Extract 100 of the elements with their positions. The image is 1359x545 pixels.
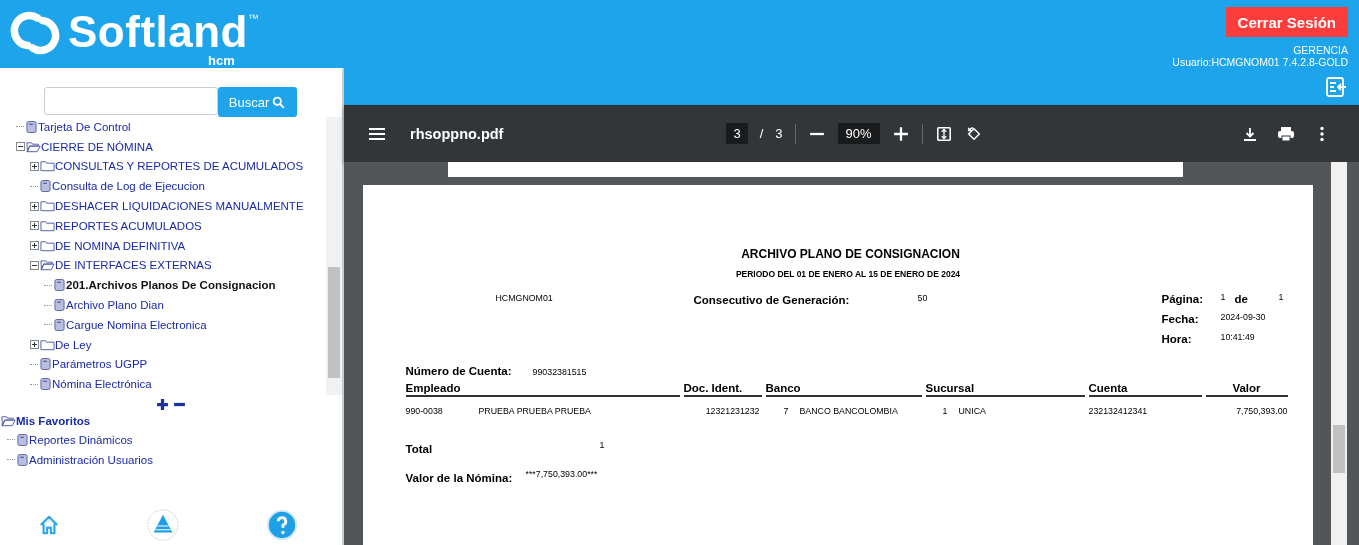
user-info: Usuario:HCMGNOM01 7.4.2.8-GOLD [1172, 56, 1348, 68]
menu-item[interactable]: Cargue Nomina Electronica [66, 318, 207, 331]
collapse-toggle-icon[interactable] [16, 142, 25, 152]
menu-icon[interactable] [368, 125, 386, 142]
table-cell: UNICA [958, 406, 986, 416]
field-value: 1 [1220, 292, 1226, 302]
open-folder-icon [26, 140, 41, 153]
table-cell-text: 7 [783, 406, 790, 416]
field-label: Total [405, 443, 434, 455]
expand-toggle-icon[interactable] [30, 162, 39, 171]
field-value: 1 [599, 440, 605, 450]
trademark-symbol: ™ [248, 12, 259, 24]
field-label: de [1234, 293, 1249, 305]
menu-folder[interactable]: DE INTERFACES EXTERNAS [55, 259, 212, 272]
menu-folder[interactable]: REPORTES ACUMULADOS [55, 219, 202, 232]
field-value: 1 [1278, 292, 1284, 302]
field-label: Fecha: [1161, 313, 1200, 325]
folder-icon [40, 200, 55, 213]
search-icon [272, 95, 286, 109]
table-cell-text: 990-0038 [405, 406, 444, 416]
open-folder-icon [40, 259, 55, 272]
document-icon [26, 119, 37, 134]
table-cell-text: 232132412341 [1088, 405, 1149, 416]
menu-item[interactable]: Consulta de Log de Ejecucion [52, 180, 205, 193]
logo-text: Softland [68, 10, 248, 54]
document-icon [17, 452, 28, 467]
table-cell: BANCO BANCOLOMBIA [799, 406, 898, 416]
company-name: GERENCIA [1293, 44, 1348, 56]
menu-folder[interactable]: De Ley [55, 338, 92, 351]
favorite-item[interactable]: Reportes Dinámicos [29, 433, 133, 446]
field-label: Consecutivo de Generación: [693, 294, 851, 308]
column-header: Cuenta [1088, 381, 1202, 397]
field-label: Página: [1161, 293, 1205, 305]
fit-page-icon[interactable] [934, 125, 953, 142]
expand-toggle-icon[interactable] [30, 201, 39, 211]
document-icon [40, 357, 51, 372]
help-icon[interactable] [266, 509, 299, 541]
field-label: Número de Cuenta: [405, 365, 512, 377]
document-icon [17, 432, 28, 447]
folder-icon [40, 338, 55, 351]
field-label: Valor de la Nómina: [405, 472, 514, 484]
field-value: 99032381515 [532, 367, 587, 377]
expand-toggle-icon[interactable] [30, 221, 39, 231]
collapse-panel-icon[interactable] [1325, 75, 1347, 98]
field-value: ***7,750,393.00*** [525, 469, 598, 479]
column-header: Empleado [405, 381, 680, 397]
search-field[interactable] [43, 87, 218, 115]
download-icon[interactable] [1241, 125, 1259, 142]
zoom-in-icon[interactable] [891, 125, 910, 142]
field-label: Hora: [1161, 333, 1193, 345]
folder-icon [40, 160, 55, 173]
report-subtitle: PERIODO DEL 01 DE ENERO AL 15 DE ENERO DE 2024 [734, 269, 962, 279]
print-icon[interactable] [1277, 125, 1295, 142]
field-value: 10:41:49 [1220, 332, 1255, 342]
menu-item[interactable]: Tarjeta De Control [38, 120, 131, 133]
collapse-toggle-icon[interactable] [30, 260, 39, 270]
folder-icon [40, 239, 55, 252]
menu-item[interactable]: 201.Archivos Planos De Consignacion [66, 279, 276, 292]
table-cell: PRUEBA PRUEBA PRUEBA [478, 406, 591, 416]
pyramid-icon[interactable] [147, 509, 179, 541]
file-name: rhsoppno.pdf [410, 125, 504, 142]
page-total: 3 [775, 126, 783, 141]
folder-icon [40, 219, 55, 232]
column-header: Sucursal [925, 381, 1085, 397]
logout-button[interactable]: Cerrar Sesión [1225, 7, 1348, 37]
expand-all-icon[interactable] [156, 398, 169, 411]
product-name: hcm [208, 54, 235, 67]
home-icon[interactable] [37, 514, 60, 536]
document-icon [54, 278, 65, 293]
menu-folder[interactable]: CIERRE DE NÓMINA [41, 140, 153, 153]
document-icon [40, 377, 51, 392]
menu-folder[interactable]: DESHACER LIQUIDACIONES MANUALMENTE [55, 200, 304, 213]
table-cell-text: 12321231232 [704, 405, 761, 416]
document-icon [40, 179, 51, 194]
favorites-folder[interactable]: Mis Favoritos [16, 415, 91, 427]
table-cell-text: 7,750,393.00 [1235, 405, 1288, 416]
report-title: ARCHIVO PLANO DE CONSIGNACION [740, 247, 961, 261]
expand-toggle-icon[interactable] [30, 340, 39, 350]
scrollbar[interactable] [1331, 162, 1347, 545]
user-code: HCMGNOM01 [495, 293, 554, 305]
field-value: 2024-09-30 [1220, 312, 1266, 322]
menu-folder[interactable]: CONSULTAS Y REPORTES DE ACUMULADOS [55, 160, 304, 173]
table-cell-text: 1 [942, 406, 949, 416]
document-icon [54, 317, 65, 332]
column-header: Banco [765, 381, 922, 397]
open-folder-icon [1, 415, 16, 427]
page-number-field[interactable]: 3 [726, 123, 748, 144]
menu-item[interactable]: Archivo Plano Dian [66, 299, 164, 312]
scrollbar[interactable] [326, 117, 342, 395]
menu-item[interactable]: Parámetros UGPP [52, 358, 148, 371]
zoom-field[interactable]: 90% [837, 123, 880, 144]
column-header: Valor [1205, 381, 1288, 397]
favorite-item[interactable]: Administración Usuarios [29, 453, 153, 466]
page-separator: / [759, 126, 764, 141]
menu-folder[interactable]: DE NOMINA DEFINITIVA [55, 239, 186, 252]
menu-item[interactable]: Nómina Electrónica [52, 378, 152, 391]
document-icon [54, 298, 65, 313]
field-value: 50 [917, 293, 929, 305]
expand-toggle-icon[interactable] [30, 241, 39, 251]
column-header: Doc. Ident. [683, 381, 762, 397]
